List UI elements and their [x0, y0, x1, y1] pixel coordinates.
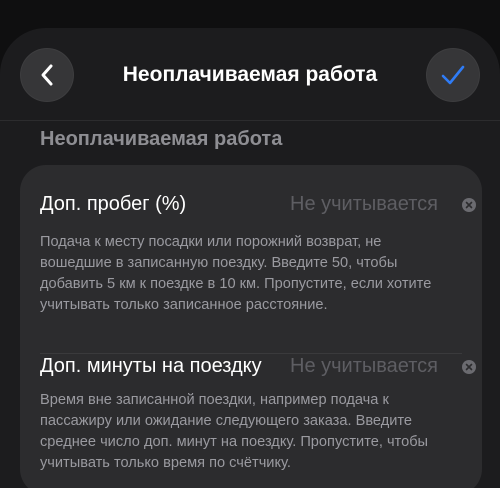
- header-divider: [0, 120, 500, 121]
- clear-icon: [465, 363, 473, 371]
- extra-mileage-input[interactable]: Не учитывается: [290, 193, 438, 216]
- confirm-button[interactable]: [426, 48, 480, 102]
- extra-minutes-input[interactable]: Не учитывается: [290, 355, 438, 378]
- extra-minutes-description: Время вне записанной поездки, например п…: [40, 392, 429, 471]
- extra-mileage-description: Подача к месту посадки или порожний возв…: [40, 234, 432, 313]
- extra-mileage-clear-button[interactable]: [462, 198, 476, 212]
- header: Неоплачиваемая работа: [0, 28, 500, 120]
- modal-sheet: Неоплачиваемая работа Неоплачиваемая раб…: [0, 28, 500, 488]
- checkmark-icon: [441, 65, 465, 85]
- row-divider: [40, 353, 462, 354]
- section-title: Неоплачиваемая работа: [40, 128, 283, 150]
- page-title: Неоплачиваемая работа: [122, 63, 378, 86]
- settings-card: Доп. пробег (%) Не учитывается Подача к …: [20, 165, 482, 488]
- extra-minutes-clear-button[interactable]: [462, 360, 476, 374]
- back-button[interactable]: [20, 48, 74, 102]
- extra-mileage-label: Доп. пробег (%): [40, 193, 187, 215]
- chevron-left-icon: [41, 64, 53, 86]
- extra-minutes-label: Доп. минуты на поездку: [40, 355, 262, 377]
- clear-icon: [465, 201, 473, 209]
